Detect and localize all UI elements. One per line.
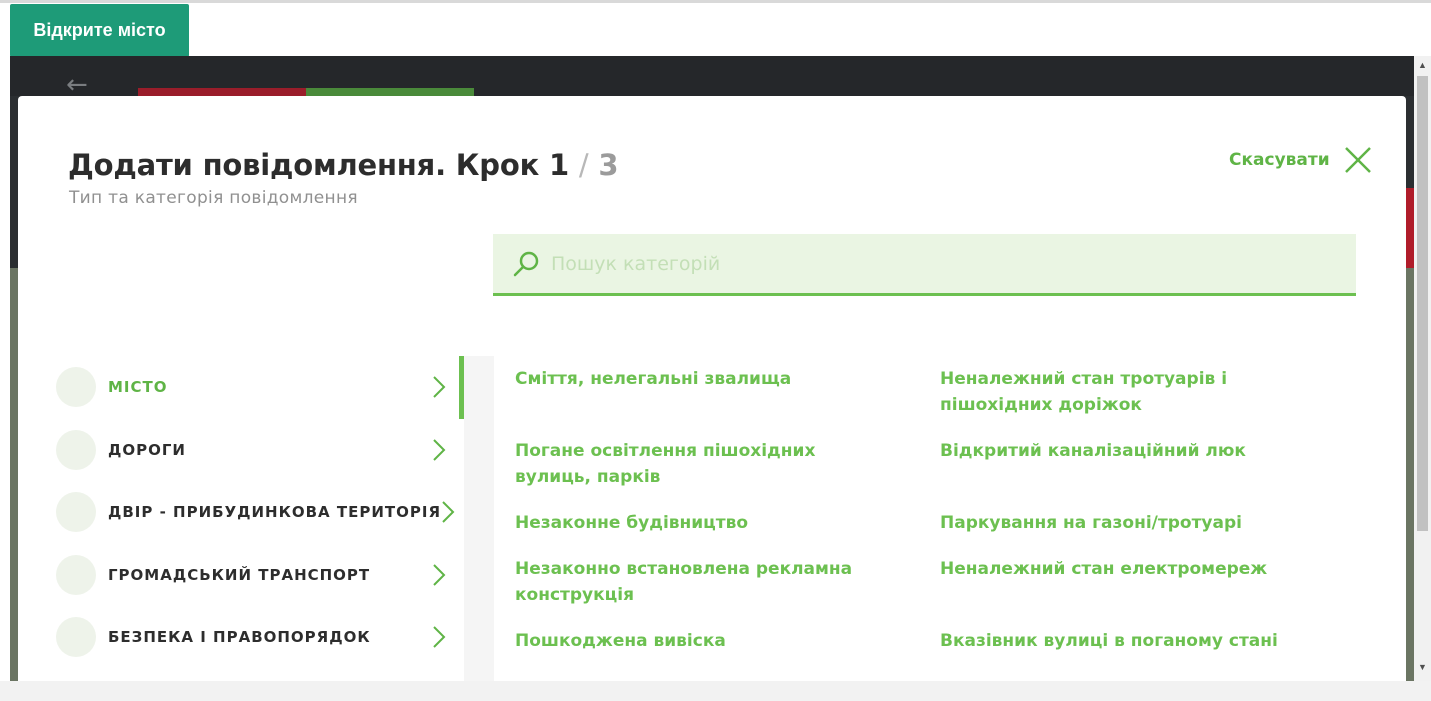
category-link[interactable]: Незаконно встановлена рекламна конструкц… — [515, 556, 865, 608]
scroll-up-icon[interactable]: ▲ — [1418, 60, 1427, 70]
category-link[interactable]: Неналежний стан тротуарів і пішохідних д… — [940, 366, 1290, 418]
search-icon — [513, 251, 539, 276]
category-icon — [56, 492, 96, 532]
sidebar-item-security[interactable]: БЕЗПЕКА І ПРАВОПОРЯДОК — [56, 617, 446, 657]
page-scrollbar[interactable]: ▲ ▼ — [1414, 56, 1431, 681]
category-link[interactable]: Погане освітлення пішохідних вулиць, пар… — [515, 438, 865, 490]
sidebar-scroll-area — [464, 356, 494, 681]
browser-top-line — [0, 0, 1431, 3]
category-icon — [56, 367, 96, 407]
category-link[interactable]: Сміття, нелегальні звалища — [515, 366, 865, 392]
sidebar-item-yard[interactable]: ДВІР - ПРИБУДИНКОВА ТЕРИТОРІЯ — [56, 492, 455, 532]
modal-title: Додати повідомлення. Крок 1 / 3 — [68, 148, 619, 182]
modal-title-text: Додати повідомлення. Крок 1 — [68, 148, 569, 182]
cancel-label: Скасувати — [1229, 150, 1330, 170]
active-indicator — [459, 356, 464, 419]
category-icon — [56, 617, 96, 657]
close-icon[interactable] — [1344, 146, 1372, 174]
chevron-right-icon — [433, 439, 446, 461]
sidebar-item-roads[interactable]: ДОРОГИ — [56, 430, 446, 470]
category-link[interactable]: Відкритий каналізаційний люк — [940, 438, 1290, 464]
step-total: 3 — [598, 148, 619, 182]
sidebar-item-label: ДОРОГИ — [108, 441, 186, 459]
sidebar-item-label: ДВІР - ПРИБУДИНКОВА ТЕРИТОРІЯ — [108, 503, 442, 521]
sidebar-item-city[interactable]: МІСТО — [56, 367, 446, 407]
scrollbar-thumb[interactable] — [1417, 76, 1428, 531]
category-search[interactable] — [493, 234, 1356, 296]
scroll-down-icon[interactable]: ▼ — [1418, 662, 1427, 672]
category-link[interactable]: Неналежний стан електромереж — [940, 556, 1290, 582]
chevron-right-icon — [433, 564, 446, 586]
chevron-right-icon — [442, 501, 455, 523]
chevron-right-icon — [433, 376, 446, 398]
chevron-right-icon — [433, 626, 446, 648]
category-icon — [56, 430, 96, 470]
sidebar-item-label: ГРОМАДСЬКИЙ ТРАНСПОРТ — [108, 566, 371, 584]
category-link[interactable]: Незаконне будівництво — [515, 510, 865, 536]
category-link[interactable]: Пошкоджена вивіска — [515, 628, 865, 654]
cancel-button[interactable]: Скасувати — [1229, 146, 1372, 174]
step-separator: / — [578, 148, 589, 182]
open-city-button[interactable]: Відкрите місто — [10, 4, 189, 57]
background-green-tab — [306, 88, 474, 96]
sidebar-item-transport[interactable]: ГРОМАДСЬКИЙ ТРАНСПОРТ — [56, 555, 446, 595]
bottom-bar — [0, 681, 1431, 701]
category-link[interactable]: Вказівник вулиці в поганому стані — [940, 628, 1290, 654]
background-red-strip — [1406, 188, 1414, 268]
sidebar-item-label: МІСТО — [108, 378, 168, 396]
sidebar-item-label: БЕЗПЕКА І ПРАВОПОРЯДОК — [108, 628, 371, 646]
category-link[interactable]: Паркування на газоні/тротуарі — [940, 510, 1290, 536]
background-red-tab — [138, 88, 306, 96]
category-icon — [56, 555, 96, 595]
add-message-modal: Додати повідомлення. Крок 1 / 3 Тип та к… — [18, 96, 1406, 681]
search-input[interactable] — [551, 252, 1331, 275]
modal-subtitle: Тип та категорія повідомлення — [69, 188, 358, 208]
